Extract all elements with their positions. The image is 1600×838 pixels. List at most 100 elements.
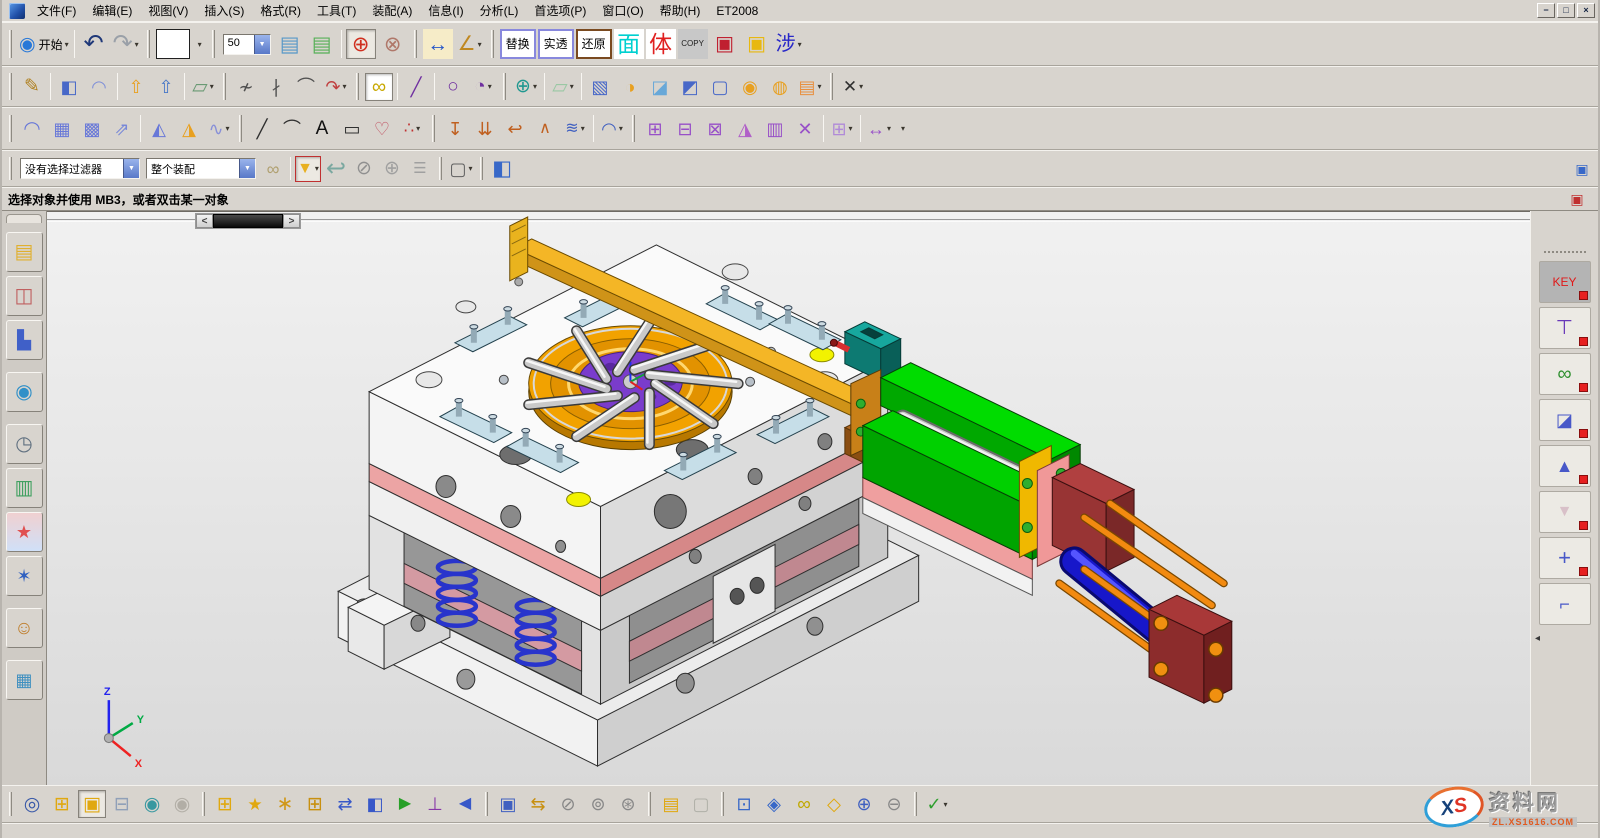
- block-button[interactable]: ▧: [586, 73, 614, 101]
- solid-cube-red-button[interactable]: ▣: [710, 29, 740, 59]
- dropdown-arrow[interactable]: ▾: [478, 40, 482, 49]
- offset-curve-button[interactable]: ◠▾: [598, 115, 626, 143]
- menu-edit[interactable]: 编辑(E): [84, 3, 140, 19]
- edit-curve-length-button[interactable]: ↷▾: [322, 73, 350, 101]
- dropdown-arrow[interactable]: ▾: [887, 124, 891, 133]
- line-button[interactable]: ╱: [402, 73, 430, 101]
- pattern-component-button[interactable]: ∗: [271, 790, 299, 818]
- wave-browser-button[interactable]: ◇: [820, 790, 848, 818]
- quick-pick-button[interactable]: ☰: [407, 156, 433, 182]
- selection-filter-arrow[interactable]: ▼: [123, 159, 139, 178]
- part-navigator-button[interactable]: ▙: [6, 320, 43, 360]
- cavity-button[interactable]: ◩: [676, 73, 704, 101]
- measure-angle-button[interactable]: ∠▾: [455, 29, 485, 59]
- curve-mesh-button[interactable]: ▩: [78, 115, 106, 143]
- wave-geometry-linker-button[interactable]: ⊡: [730, 790, 758, 818]
- redo-button[interactable]: ↷▾: [111, 29, 141, 59]
- remember-constraints-button[interactable]: ▣: [494, 790, 522, 818]
- wcs-display-button[interactable]: ⊕: [346, 29, 376, 59]
- system-materials-button[interactable]: ▥: [6, 468, 43, 508]
- object-color-swatch[interactable]: [156, 29, 190, 59]
- replace-face-button[interactable]: ◮: [731, 115, 759, 143]
- dropdown-arrow[interactable]: ▾: [619, 124, 623, 133]
- dropdown-arrow[interactable]: ▾: [488, 82, 492, 91]
- erase-highlight-button[interactable]: ⊘: [351, 156, 377, 182]
- menu-insert[interactable]: 插入(S): [196, 3, 252, 19]
- orient-view-cube-button[interactable]: ◧: [489, 156, 515, 182]
- revolve-button[interactable]: ◑: [616, 73, 644, 101]
- copy-face-button[interactable]: ⊞▾: [828, 115, 856, 143]
- isolate-constraint-button[interactable]: ⊖: [880, 790, 908, 818]
- resize-blend-button[interactable]: ▥: [761, 115, 789, 143]
- mold-assembly-3d-model[interactable]: Z Y X: [47, 212, 1530, 785]
- dropdown-arrow[interactable]: ▾: [135, 40, 139, 49]
- moldbase-key-button[interactable]: KEY: [1539, 261, 1591, 303]
- ruled-surface-button[interactable]: ◠: [18, 115, 46, 143]
- constraint-navigator-button[interactable]: ◫: [6, 276, 43, 316]
- selection-filter-combo[interactable]: 没有选择过滤器 ▼: [20, 158, 140, 179]
- docked-snap-icon[interactable]: ▣: [1569, 156, 1595, 182]
- restore-shade-button[interactable]: 还原: [576, 29, 612, 59]
- dropdown-arrow[interactable]: ▾: [533, 82, 537, 91]
- fitting-part-button[interactable]: +: [1539, 537, 1591, 579]
- add-component-button[interactable]: ⊞: [211, 790, 239, 818]
- dropdown-arrow[interactable]: ▾: [469, 164, 473, 173]
- n-sided-surface-button[interactable]: ∿▾: [205, 115, 233, 143]
- minimize-button[interactable]: −: [1537, 3, 1555, 18]
- dropdown-arrow[interactable]: ▾: [859, 82, 863, 91]
- blend-surface-button[interactable]: ◮: [175, 115, 203, 143]
- move-component-button[interactable]: ⇄: [331, 790, 359, 818]
- datum-csys-button[interactable]: ▱▾: [549, 73, 577, 101]
- dropdown-arrow[interactable]: ▾: [818, 82, 822, 91]
- find-component-button[interactable]: ◎: [18, 790, 46, 818]
- pin-part-button[interactable]: ▼: [1539, 491, 1591, 533]
- divide-curve-button[interactable]: ∤: [262, 73, 290, 101]
- snap-point-button[interactable]: ▼▾: [295, 156, 321, 182]
- relations-button[interactable]: ⊕: [850, 790, 878, 818]
- arrangements-button[interactable]: ⊚: [584, 790, 612, 818]
- hide-component-button[interactable]: ▢: [687, 790, 715, 818]
- slab-button[interactable]: ◪: [646, 73, 674, 101]
- move-face-button[interactable]: ⊞: [641, 115, 669, 143]
- menu-assemblies[interactable]: 装配(A): [364, 3, 420, 19]
- dropdown-arrow[interactable]: ▾: [343, 82, 347, 91]
- move-to-layer-button[interactable]: ▤: [307, 29, 337, 59]
- panel-drag-handle[interactable]: [1544, 251, 1586, 254]
- selection-link-button[interactable]: ∞: [260, 156, 286, 182]
- sketch-button[interactable]: ✎: [18, 73, 46, 101]
- layer-combo-arrow[interactable]: ▼: [254, 35, 270, 54]
- intersection-curve-button[interactable]: ∧: [531, 115, 559, 143]
- selection-scope-combo[interactable]: 整个装配 ▼: [146, 158, 256, 179]
- hole-button[interactable]: ◉: [736, 73, 764, 101]
- exploded-views-button[interactable]: ◈: [760, 790, 788, 818]
- layer-settings-button[interactable]: ▤: [275, 29, 305, 59]
- measure-distance-button[interactable]: ↔: [423, 29, 453, 59]
- dropdown-arrow[interactable]: ▾: [849, 124, 853, 133]
- boss-button[interactable]: ◍: [766, 73, 794, 101]
- elbow-part-button[interactable]: ⌐: [1539, 583, 1591, 625]
- interference-button[interactable]: 涉▾: [774, 29, 804, 59]
- wizard-button[interactable]: ✶: [6, 556, 43, 596]
- delete-face-button[interactable]: ✕: [791, 115, 819, 143]
- show-component-button[interactable]: ▣: [78, 790, 106, 818]
- arc-button[interactable]: ◔▾: [469, 73, 497, 101]
- bridge-curve-button[interactable]: ∞: [365, 73, 393, 101]
- body-display-button[interactable]: 体: [646, 29, 676, 59]
- show-only-button[interactable]: ▤: [657, 790, 685, 818]
- dropdown-arrow[interactable]: ▾: [315, 164, 319, 173]
- graphics-window[interactable]: < >: [47, 211, 1530, 785]
- selection-undo-button[interactable]: ↩: [323, 156, 349, 182]
- offset-region-button[interactable]: ⊠: [701, 115, 729, 143]
- menu-view[interactable]: 视图(V): [140, 3, 196, 19]
- recall-point-button[interactable]: ⊕: [379, 156, 405, 182]
- synchronous-more-dropdown[interactable]: ▾: [895, 115, 909, 143]
- wrap-curve-button[interactable]: ↩: [501, 115, 529, 143]
- interpart-link-button[interactable]: ∞: [790, 790, 818, 818]
- menu-window[interactable]: 窗口(O): [594, 3, 651, 19]
- circle-button[interactable]: ○: [439, 73, 467, 101]
- swept-surface-button[interactable]: ⇗: [108, 115, 136, 143]
- deform-surface-button[interactable]: ◠: [85, 73, 113, 101]
- boolean-button[interactable]: ⊕▾: [512, 73, 540, 101]
- new-component-button[interactable]: ★: [241, 790, 269, 818]
- start-button[interactable]: ◉开始▾: [18, 29, 70, 59]
